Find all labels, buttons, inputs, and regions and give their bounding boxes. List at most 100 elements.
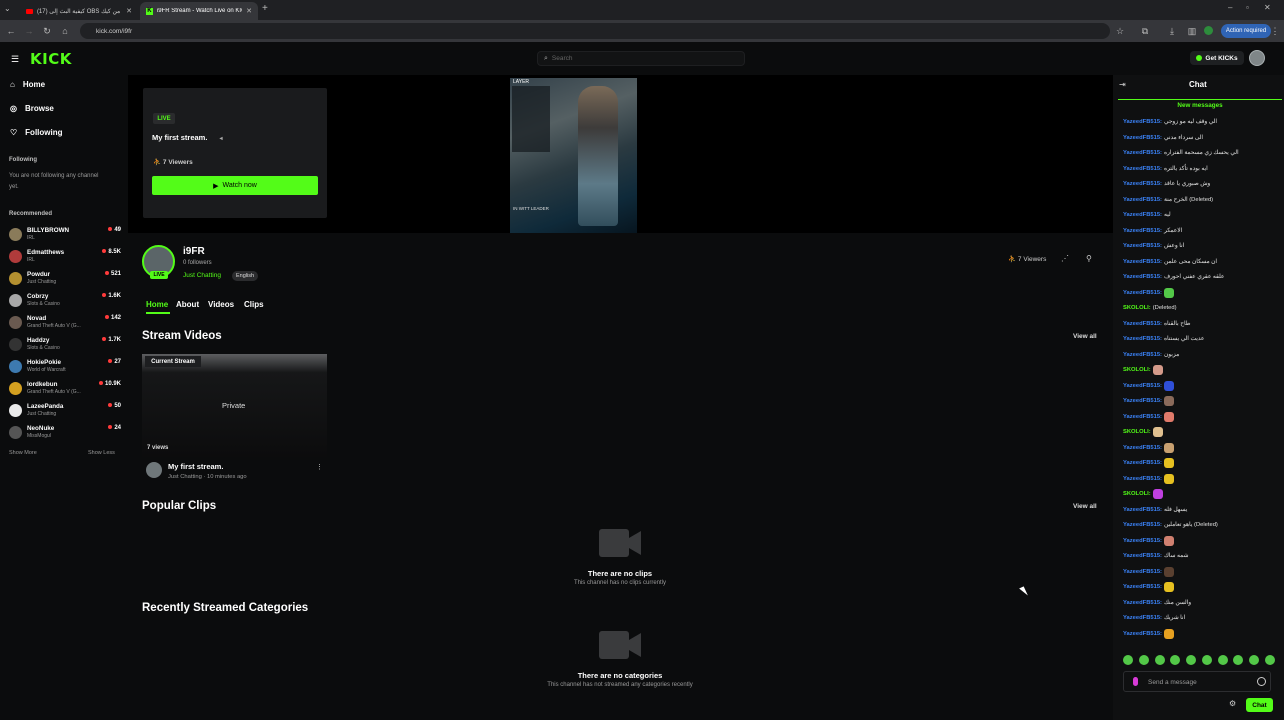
channel-category-link[interactable]: Just Chatting: [183, 272, 221, 279]
recommended-channel[interactable]: NeoNuke MissMogul 24: [9, 424, 121, 446]
chat-username[interactable]: YazeedFB515:: [1123, 150, 1162, 156]
recommended-channel[interactable]: LazeePanda Just Chatting 50: [9, 402, 121, 424]
get-kicks-button[interactable]: Get KICKs: [1190, 51, 1244, 65]
chat-message[interactable]: YazeedFB515: ليه: [1123, 209, 1171, 221]
chat-username[interactable]: YazeedFB515:: [1123, 507, 1162, 513]
emote-icon[interactable]: [1154, 655, 1165, 665]
recommended-channel[interactable]: Edmatthews IRL 8.5K: [9, 248, 121, 270]
chat-message[interactable]: YazeedFB515:: [1123, 395, 1174, 407]
chat-username[interactable]: YazeedFB515:: [1123, 274, 1162, 280]
chat-message[interactable]: YazeedFB515: ان مسكان محى علمن: [1123, 256, 1217, 268]
recommended-channel[interactable]: Haddzy Slots & Casino 1.7K: [9, 336, 121, 358]
bookmark-star-icon[interactable]: ☆: [1113, 24, 1127, 38]
chat-username[interactable]: YazeedFB515:: [1123, 460, 1162, 466]
chat-message[interactable]: YazeedFB515: الي يحسك زي مسحمة الفتراره: [1123, 147, 1239, 159]
tab-home[interactable]: Home: [146, 300, 168, 309]
show-more-button[interactable]: Show More: [9, 450, 37, 456]
chat-username[interactable]: YazeedFB515:: [1123, 383, 1162, 389]
chat-username[interactable]: YazeedFB515:: [1123, 631, 1162, 637]
show-less-button[interactable]: Show Less: [88, 450, 115, 456]
chat-message[interactable]: YazeedFB515: شمه ساك: [1123, 550, 1188, 562]
new-tab-icon[interactable]: +: [262, 3, 268, 14]
chat-message[interactable]: YazeedFB515: عديت الي يستناه: [1123, 333, 1204, 345]
recommended-channel[interactable]: Novad Grand Theft Auto V (G... 142: [9, 314, 121, 336]
chat-message[interactable]: YazeedFB515: يسهل فله: [1123, 504, 1187, 516]
chat-username[interactable]: YazeedFB515:: [1123, 600, 1162, 606]
kick-logo[interactable]: KICK: [30, 50, 72, 68]
popular-clips-view-all[interactable]: View all: [1073, 503, 1097, 510]
chat-username[interactable]: YazeedFB515:: [1123, 321, 1162, 327]
chat-username[interactable]: YazeedFB515:: [1123, 166, 1162, 172]
maximize-icon[interactable]: ▫: [1246, 3, 1249, 12]
emote-icon[interactable]: [1201, 655, 1212, 665]
language-badge[interactable]: English: [232, 271, 259, 281]
action-required-button[interactable]: Action required: [1221, 24, 1271, 38]
chat-username[interactable]: YazeedFB515:: [1123, 414, 1162, 420]
download-icon[interactable]: ⤓: [1165, 24, 1179, 38]
chat-message[interactable]: YazeedFB515:: [1123, 287, 1174, 299]
collapse-chat-icon[interactable]: ⇥: [1119, 80, 1126, 89]
chat-message[interactable]: YazeedFB515: انا وعش: [1123, 240, 1184, 252]
chat-message[interactable]: SKOLOLI:: [1123, 426, 1163, 438]
user-avatar[interactable]: [1249, 50, 1265, 66]
chat-message[interactable]: YazeedFB515: انا شريك: [1123, 612, 1185, 624]
sidebar-item-home[interactable]: ⌂ Home: [10, 80, 45, 89]
browser-tab-youtube[interactable]: (17) كيفية البث إلى OBS من كيك ✕: [20, 2, 138, 20]
menu-kebab-icon[interactable]: ⋮: [1268, 24, 1282, 38]
profile-icon[interactable]: [1204, 26, 1213, 35]
avatar[interactable]: [146, 462, 162, 478]
chat-username[interactable]: YazeedFB515:: [1123, 119, 1162, 125]
chat-message[interactable]: SKOLOLI: (Deleted): [1123, 302, 1177, 314]
browser-tab-kick[interactable]: K i9FR Stream - Watch Live on KICK ✕: [140, 2, 258, 20]
emote-icon[interactable]: [1138, 655, 1149, 665]
chat-message[interactable]: YazeedFB515: علقه عقري عفني احورف: [1123, 271, 1224, 283]
emote-icon[interactable]: [1186, 655, 1197, 665]
chat-username[interactable]: YazeedFB515:: [1123, 135, 1162, 141]
tab-clips[interactable]: Clips: [244, 300, 264, 309]
forward-icon[interactable]: →: [22, 24, 36, 38]
stream-preview-thumbnail[interactable]: LAYER IN WITT LEADER: [510, 78, 637, 233]
chat-username[interactable]: YazeedFB515:: [1123, 181, 1162, 187]
recommended-channel[interactable]: Powdur Just Chatting 521: [9, 270, 121, 292]
sidebar-item-following[interactable]: ♡ Following: [10, 128, 63, 137]
chat-message[interactable]: YazeedFB515: وش صبوري يا عاقد: [1123, 178, 1210, 190]
chat-username[interactable]: YazeedFB515:: [1123, 615, 1162, 621]
chat-username[interactable]: YazeedFB515:: [1123, 398, 1162, 404]
tab-about[interactable]: About: [176, 300, 199, 309]
sidepanel-icon[interactable]: ▥: [1185, 24, 1199, 38]
emote-icon[interactable]: [1217, 655, 1228, 665]
chat-message[interactable]: YazeedFB515: ياهو تعاملين (Deleted): [1123, 519, 1218, 531]
chat-username[interactable]: YazeedFB515:: [1123, 259, 1162, 265]
chat-username[interactable]: YazeedFB515:: [1123, 584, 1162, 590]
chat-message[interactable]: YazeedFB515: ايه بوده تأكد يالتره: [1123, 163, 1208, 175]
close-icon[interactable]: ✕: [246, 7, 252, 15]
recommended-channel[interactable]: HokiePokie World of Warcraft 27: [9, 358, 121, 380]
hamburger-menu-icon[interactable]: ☰: [11, 54, 19, 65]
chat-username[interactable]: YazeedFB515:: [1123, 445, 1162, 451]
chat-username[interactable]: SKOLOLI:: [1123, 305, 1151, 311]
emote-icon[interactable]: [1123, 655, 1133, 665]
sidebar-item-browse[interactable]: ◎ Browse: [10, 104, 54, 113]
close-icon[interactable]: ✕: [126, 7, 132, 15]
chat-username[interactable]: YazeedFB515:: [1123, 212, 1162, 218]
chat-message[interactable]: YazeedFB515:: [1123, 457, 1174, 469]
chat-username[interactable]: YazeedFB515:: [1123, 553, 1162, 559]
new-messages-divider[interactable]: New messages: [1118, 99, 1282, 110]
microphone-icon[interactable]: [1133, 677, 1138, 686]
share-icon[interactable]: ⋰: [1061, 254, 1069, 263]
chat-username[interactable]: SKOLOLI:: [1123, 367, 1151, 373]
chat-message[interactable]: YazeedFB515: والسن منك: [1123, 597, 1191, 609]
recommended-channel[interactable]: lordkebun Grand Theft Auto V (G... 10.9K: [9, 380, 121, 402]
chat-username[interactable]: YazeedFB515:: [1123, 197, 1162, 203]
chat-username[interactable]: YazeedFB515:: [1123, 228, 1162, 234]
emote-icon[interactable]: [1264, 655, 1275, 665]
volume-icon[interactable]: ◂: [220, 136, 223, 142]
search-input[interactable]: ⌕ Search: [537, 51, 745, 66]
chat-message[interactable]: YazeedFB515:: [1123, 535, 1174, 547]
chat-message[interactable]: YazeedFB515:: [1123, 628, 1174, 640]
emote-icon[interactable]: [1170, 655, 1181, 665]
stream-videos-view-all[interactable]: View all: [1073, 333, 1097, 340]
window-close-icon[interactable]: ✕: [1264, 3, 1271, 12]
tab-search-icon[interactable]: ⌄: [4, 4, 11, 13]
emoji-icon[interactable]: [1257, 677, 1266, 686]
